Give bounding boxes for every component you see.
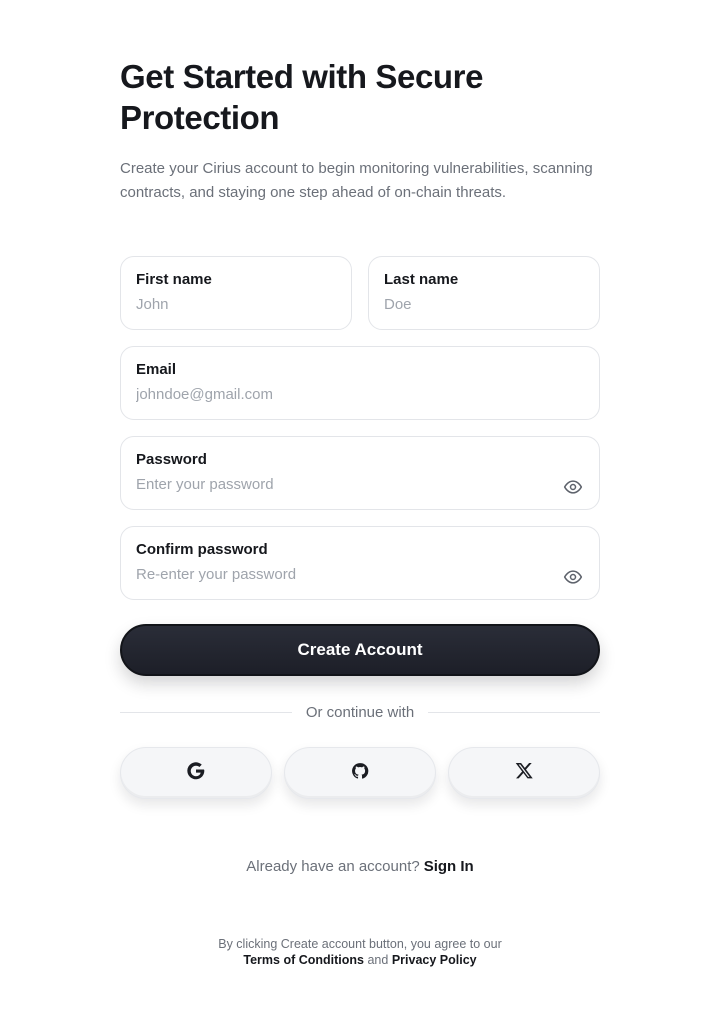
terms-link[interactable]: Terms of Conditions	[243, 953, 364, 967]
divider-text: Or continue with	[305, 703, 415, 721]
divider-line-left	[120, 711, 292, 713]
last-name-input[interactable]	[384, 295, 584, 315]
page-title: Get Started with Secure Protection	[120, 58, 484, 136]
password-label: Password	[136, 451, 207, 468]
signin-text: Already have an account?	[246, 858, 420, 875]
create-account-button[interactable]: Create Account	[120, 624, 600, 676]
confirm-password-field[interactable]: Confirm password	[120, 526, 600, 600]
terms-notice: By clicking Create account button, you a…	[0, 936, 720, 968]
social-divider: Or continue with	[120, 702, 601, 722]
signup-page: Get Started with Secure Protection Creat…	[0, 0, 720, 1024]
confirm-password-label: Confirm password	[136, 541, 268, 558]
email-input[interactable]	[136, 385, 584, 405]
email-field[interactable]: Email	[120, 346, 600, 420]
x-button[interactable]	[448, 747, 600, 799]
first-name-input[interactable]	[136, 295, 336, 315]
last-name-label: Last name	[384, 271, 459, 288]
terms-conjunction: and	[367, 953, 389, 967]
name-row: First name Last name	[120, 256, 600, 330]
signin-prompt: Already have an account? Sign In	[0, 858, 720, 875]
first-name-label: First name	[136, 271, 212, 288]
confirm-password-row: Confirm password	[120, 526, 600, 600]
sign-in-link[interactable]: Sign In	[424, 858, 474, 875]
first-name-field[interactable]: First name	[120, 256, 352, 330]
confirm-password-input[interactable]	[136, 565, 536, 585]
privacy-link[interactable]: Privacy Policy	[392, 953, 477, 967]
password-field[interactable]: Password	[120, 436, 600, 510]
github-button[interactable]	[284, 747, 436, 799]
terms-prefix: By clicking Create account button, you a…	[218, 937, 502, 951]
google-icon	[186, 761, 206, 786]
header-section: Get Started with Secure Protection Creat…	[120, 56, 600, 205]
password-row: Password	[120, 436, 600, 510]
social-buttons	[120, 747, 600, 799]
email-row: Email	[120, 346, 600, 420]
email-label: Email	[136, 361, 177, 378]
google-button[interactable]	[120, 747, 272, 799]
divider-line-right	[428, 711, 601, 713]
signup-form: First name Last name Email Password	[120, 256, 601, 799]
last-name-field[interactable]: Last name	[368, 256, 600, 330]
x-icon	[515, 761, 534, 785]
github-icon	[351, 762, 369, 785]
eye-icon[interactable]	[562, 476, 584, 498]
password-input[interactable]	[136, 475, 536, 495]
eye-icon[interactable]	[562, 566, 584, 588]
page-subtitle: Create your Cirius account to begin moni…	[120, 160, 593, 201]
